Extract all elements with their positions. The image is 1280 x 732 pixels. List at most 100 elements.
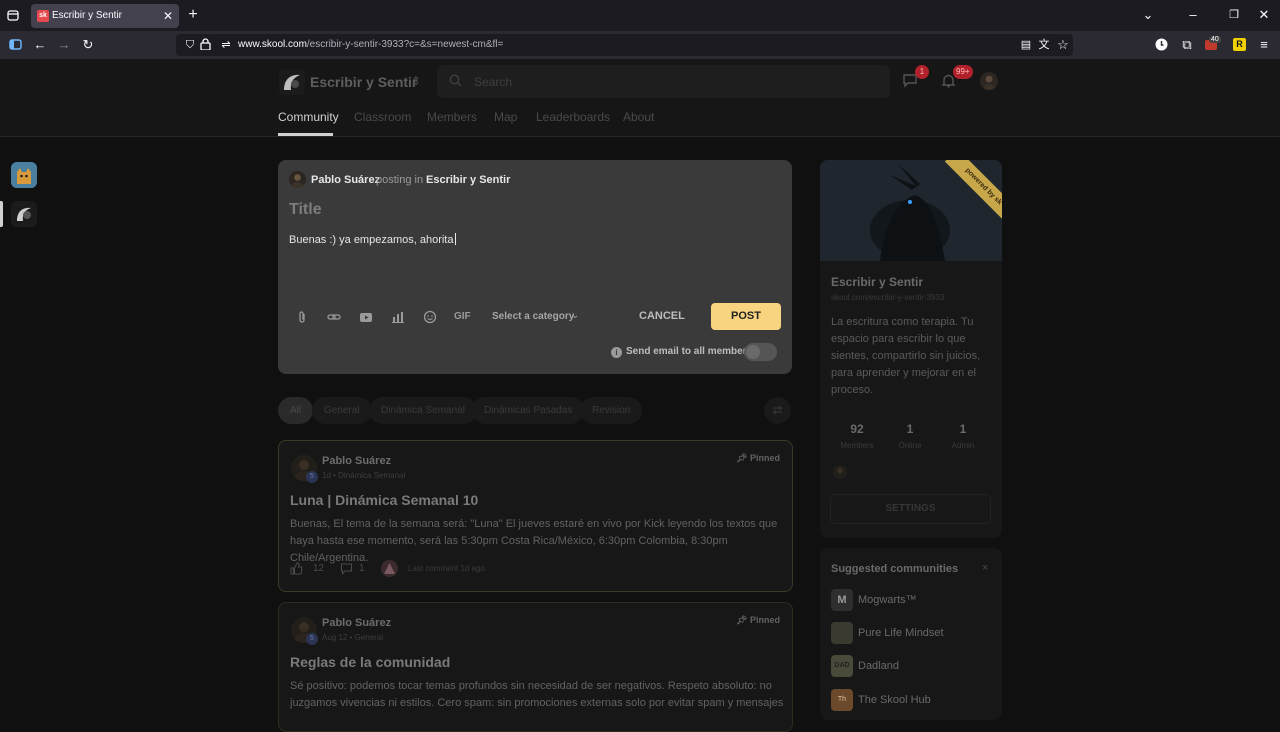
bookmark-star-icon[interactable]: ☆ [1055, 38, 1071, 52]
tab-members[interactable]: Members [427, 110, 477, 124]
community-url[interactable]: skool.com/escribir-y-sentir-3933 [831, 293, 944, 302]
extension-r-icon[interactable]: R [1233, 38, 1246, 51]
post-title[interactable]: Luna | Dinámica Semanal 10 [290, 492, 478, 508]
group-logo[interactable] [279, 69, 305, 95]
list-all-tabs-icon[interactable]: ⌄ [1140, 8, 1156, 22]
settings-button[interactable]: SETTINGS [830, 494, 991, 524]
composer-author-avatar [289, 171, 306, 188]
reload-icon[interactable]: ↻ [80, 38, 96, 52]
community-cover-image[interactable]: powered by sk [820, 160, 1002, 261]
search-input[interactable]: Search [437, 65, 890, 98]
community-header: Escribir y Sentir ⇕ Search 1 99+ Communi… [0, 59, 1280, 137]
post-title[interactable]: Reglas de la comunidad [290, 654, 450, 670]
dock-community-escribir[interactable] [11, 201, 37, 227]
filter-general[interactable]: General [312, 397, 372, 424]
back-icon[interactable]: ← [32, 38, 48, 52]
pinned-label: 📌︎ Pinned [736, 453, 780, 463]
post-card[interactable]: 5 Pablo Suárez Aug 12 • General 📌︎ Pinne… [278, 602, 793, 732]
toggle-knob [746, 345, 760, 359]
user-avatar[interactable] [980, 72, 998, 90]
browser-nav-bar: ← → ↻ ⛉ ⇌ www.skool.com/escribir-y-senti… [0, 31, 1280, 59]
post-composer: Pablo Suárez posting in Escribir y Senti… [278, 160, 792, 374]
post-button[interactable]: POST [711, 303, 781, 330]
search-placeholder: Search [474, 75, 513, 89]
tab-community[interactable]: Community [278, 110, 339, 124]
pin-icon: 📌︎ [736, 615, 750, 625]
post-body: Buenas, El tema de la semana será: "Luna… [290, 518, 778, 564]
post-card[interactable]: 5 Pablo Suárez 1d • Dinámica Semanal 📌︎ … [278, 440, 793, 592]
dadland-icon: DAD [831, 655, 853, 677]
stat-admin[interactable]: 1 Admin [938, 422, 988, 450]
tab-classroom[interactable]: Classroom [354, 110, 411, 124]
group-name[interactable]: Escribir y Sentir [310, 74, 417, 90]
like-icon[interactable] [290, 562, 303, 575]
cancel-button[interactable]: CANCEL [639, 310, 685, 322]
emoji-icon[interactable] [423, 310, 439, 326]
link-icon[interactable] [327, 310, 343, 326]
new-tab-icon[interactable]: + [185, 7, 201, 23]
tab-list-icon[interactable] [6, 8, 22, 22]
group-switcher-icon[interactable]: ⇕ [411, 74, 421, 88]
category-select[interactable]: Select a category [492, 311, 574, 322]
shield-icon[interactable]: ⛉ [182, 38, 198, 52]
chevron-down-icon[interactable]: ⌄ [571, 310, 579, 321]
composer-author-name: Pablo Suárez [311, 174, 381, 186]
filter-dinamica-semanal[interactable]: Dinámica Semanal [369, 397, 477, 424]
info-icon: i [611, 347, 622, 358]
tab-leaderboards[interactable]: Leaderboards [536, 110, 610, 124]
comment-icon[interactable] [340, 562, 353, 575]
last-commenter-avatar[interactable] [381, 560, 398, 577]
sidebar-toggle-icon[interactable] [9, 38, 25, 51]
gif-button[interactable]: GIF [454, 311, 471, 322]
send-email-toggle[interactable] [744, 343, 777, 361]
close-icon[interactable]: × [982, 562, 988, 574]
reader-view-icon[interactable]: ▤ [1018, 38, 1034, 52]
forward-icon[interactable]: → [56, 38, 72, 52]
tab-about[interactable]: About [623, 110, 654, 124]
community-description: La escritura como terapia. Tu espacio pa… [831, 316, 981, 396]
chat-badge: 1 [915, 65, 929, 79]
video-icon[interactable] [359, 310, 375, 326]
composer-posting-in: posting in [376, 174, 424, 186]
like-count: 12 [313, 563, 325, 574]
filter-revision[interactable]: Revision [580, 397, 643, 424]
dock-active-indicator [0, 201, 3, 227]
close-tab-icon[interactable]: ✕ [163, 9, 173, 23]
member-avatar[interactable] [833, 465, 847, 479]
account-icon[interactable] [1155, 38, 1171, 51]
lock-icon[interactable] [200, 38, 216, 50]
minimize-icon[interactable]: – [1185, 8, 1201, 22]
browser-tab-bar: sk Escribir y Sentir ✕ + ⌄ – ❐ ✕ [0, 0, 1280, 31]
permissions-icon[interactable]: ⇌ [218, 38, 234, 52]
pure-life-mindset-icon [831, 622, 853, 644]
stat-members[interactable]: 92 Members [832, 422, 882, 450]
extensions-icon[interactable]: ⧉ [1179, 38, 1195, 52]
url-text[interactable]: www.skool.com/escribir-y-sentir-3933?c=&… [238, 39, 503, 50]
stat-online[interactable]: 1 Online [885, 422, 935, 450]
body-textarea[interactable]: Buenas :) ya empezamos, ahorita [289, 233, 457, 246]
tab-map[interactable]: Map [494, 110, 517, 124]
mogwarts-icon: M [831, 589, 853, 611]
extension-badge: 40 [1209, 36, 1221, 43]
poll-icon[interactable] [391, 310, 407, 326]
filter-all[interactable]: All [278, 397, 314, 424]
post-author-name[interactable]: Pablo Suárez [322, 455, 391, 467]
notification-badge: 99+ [953, 65, 973, 79]
menu-icon[interactable]: ≡ [1256, 38, 1272, 52]
filter-settings-icon[interactable]: ⇄ [764, 397, 791, 424]
restore-icon[interactable]: ❐ [1226, 8, 1242, 22]
dock-community-cat[interactable] [11, 162, 37, 188]
page: Escribir y Sentir ⇕ Search 1 99+ Communi… [0, 59, 1280, 732]
last-comment-time: Last comment 1d ago [408, 564, 485, 573]
post-author-name[interactable]: Pablo Suárez [322, 617, 391, 629]
title-input[interactable]: Title [289, 201, 322, 219]
suggested-communities: Suggested communities × M Mogwarts™ Pure… [820, 548, 1002, 720]
search-icon [449, 74, 462, 87]
translate-icon[interactable]: 文 [1036, 38, 1052, 52]
browser-tab-active[interactable]: sk Escribir y Sentir ✕ [31, 4, 179, 28]
filter-dinamicas-pasadas[interactable]: Dinámicas Pasadas [472, 397, 585, 424]
suggested-title: Suggested communities [831, 563, 959, 575]
attachment-icon[interactable] [295, 310, 311, 326]
address-bar[interactable]: ⛉ ⇌ www.skool.com/escribir-y-sentir-3933… [176, 34, 1073, 56]
close-window-icon[interactable]: ✕ [1256, 8, 1272, 22]
